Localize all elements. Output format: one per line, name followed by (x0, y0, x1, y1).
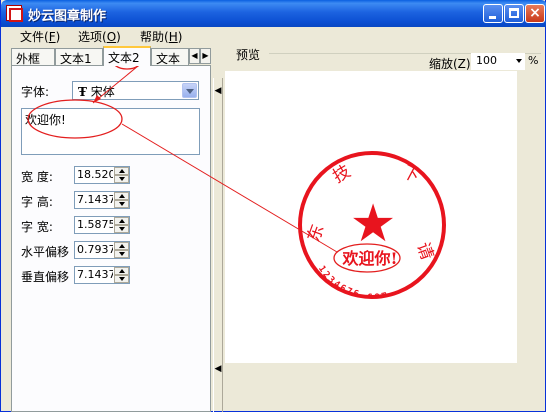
menu-help-key: H (168, 30, 178, 44)
tab-scroll-left-icon[interactable]: ◀ (189, 48, 200, 64)
char-width-up-icon[interactable] (114, 217, 129, 225)
font-name: 宋体 (90, 85, 115, 99)
menu-options-end: ) (116, 30, 121, 44)
close-icon: × (529, 5, 541, 21)
char-width-value[interactable]: 1.5875 (77, 218, 113, 231)
properties-pane: 外框 文本1 文本2 文本 ◀ ▶ 字体: Ŧ 宋体 欢迎你! 宽 度: 18.… (11, 46, 211, 412)
char-width-label: 字 宽: (21, 220, 53, 234)
close-button[interactable]: × (525, 4, 545, 23)
maximize-icon (509, 8, 519, 18)
width-down-icon[interactable] (114, 175, 129, 183)
zoom-value: 100 (476, 54, 497, 67)
width-value[interactable]: 18.520 (77, 168, 113, 181)
stamp-top-char-2: 下 (399, 162, 423, 188)
zoom-select[interactable]: 100 (471, 53, 525, 70)
width-stepper[interactable]: 18.520 (74, 166, 130, 184)
v-offset-value[interactable]: 7.1437 (77, 268, 113, 281)
title-bar[interactable]: 妙云图章制作 × (1, 0, 546, 27)
zoom-dropdown-icon[interactable] (516, 59, 522, 63)
char-width-down-icon[interactable] (114, 225, 129, 233)
tab-scroll-arrows: ◀ ▶ (189, 48, 211, 64)
collapse-left-bottom-icon[interactable]: ◀ (214, 362, 222, 376)
menu-file[interactable]: 文件(F) (20, 28, 60, 45)
v-offset-stepper[interactable]: 7.1437 (74, 266, 130, 284)
stamp-star-icon: ★ (350, 194, 397, 254)
stamp-svg: ★ 技 下 东 请 欢迎你! 1234676.com (298, 151, 446, 302)
h-offset-value[interactable]: 0.7937 (77, 243, 113, 256)
font-select-value: Ŧ 宋体 (78, 83, 115, 100)
char-height-value[interactable]: 7.1437 (77, 193, 113, 206)
menu-help-end: ) (177, 30, 183, 44)
h-offset-up-icon[interactable] (114, 242, 129, 250)
v-offset-up-icon[interactable] (114, 267, 129, 275)
width-up-icon[interactable] (114, 167, 129, 175)
menu-file-key: F (48, 30, 56, 44)
chevron-down-icon[interactable] (182, 83, 197, 98)
zoom-unit: % (528, 54, 539, 67)
window-title: 妙云图章制作 (28, 9, 107, 24)
app-stamp-icon (6, 5, 23, 22)
char-width-stepper[interactable]: 1.5875 (74, 216, 130, 234)
tab-scroll-right-icon[interactable]: ▶ (200, 48, 211, 64)
tab-text1[interactable]: 文本1 (55, 48, 103, 65)
stamp-bottom-text: 1234676.com (316, 264, 390, 301)
tab-frame[interactable]: 外框 (11, 48, 55, 65)
stamp-left-char: 东 (304, 222, 329, 245)
stamp-text-input[interactable]: 欢迎你! (21, 108, 200, 155)
tab-text3[interactable]: 文本 (151, 48, 189, 65)
h-offset-stepper[interactable]: 0.7937 (74, 241, 130, 259)
h-offset-down-icon[interactable] (114, 250, 129, 258)
menu-help[interactable]: 帮助(H) (140, 28, 182, 45)
menu-help-label: 帮助( (140, 30, 169, 44)
zoom-label: 缩放(Z) (429, 57, 471, 71)
menu-bar: 文件(F) 选项(O) 帮助(H) (1, 27, 546, 45)
preview-label: 预览 (236, 48, 261, 62)
char-height-label: 字 高: (21, 195, 53, 209)
collapse-left-icon[interactable]: ◀ (214, 84, 222, 98)
v-offset-label: 垂直偏移 (21, 270, 70, 284)
menu-file-label: 文件( (20, 30, 49, 44)
tab-panel-text2: 字体: Ŧ 宋体 欢迎你! 宽 度: 18.520 字 高: 7.1437 字 … (11, 65, 211, 412)
h-offset-label: 水平偏移 (21, 245, 70, 259)
char-height-down-icon[interactable] (114, 200, 129, 208)
v-offset-down-icon[interactable] (114, 275, 129, 283)
minimize-button[interactable] (483, 4, 503, 23)
menu-options[interactable]: 选项(O) (78, 28, 121, 45)
char-height-stepper[interactable]: 7.1437 (74, 191, 130, 209)
app-window: 妙云图章制作 × 文件(F) 选项(O) 帮助(H) 外框 文本1 文本2 文本… (0, 0, 546, 412)
truetype-font-icon: Ŧ (78, 85, 87, 99)
width-label: 宽 度: (21, 170, 53, 184)
stamp-preview-canvas[interactable]: ★ 技 下 东 请 欢迎你! 1234676.com (225, 71, 517, 363)
minimize-icon (489, 16, 496, 19)
menu-file-end: ) (55, 30, 61, 44)
stamp-center-text: 欢迎你! (341, 249, 397, 268)
stamp-bottom-textpath: 1234676.com (316, 264, 388, 301)
tab-strip: 外框 文本1 文本2 文本 ◀ ▶ (11, 46, 211, 66)
pane-splitter[interactable]: ◀ ◀ (213, 78, 223, 412)
font-label: 字体: (21, 85, 50, 99)
font-select[interactable]: Ŧ 宋体 (72, 81, 199, 100)
char-height-up-icon[interactable] (114, 192, 129, 200)
maximize-button[interactable] (504, 4, 524, 23)
menu-options-key: O (106, 30, 117, 44)
tab-text2[interactable]: 文本2 (103, 46, 151, 66)
menu-options-label: 选项( (78, 30, 107, 44)
